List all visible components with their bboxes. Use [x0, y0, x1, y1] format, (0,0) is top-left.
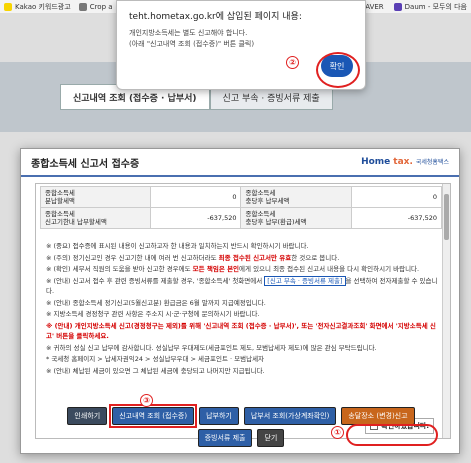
- close-button[interactable]: 닫기: [257, 429, 285, 447]
- submit-documents-button[interactable]: 증빙서류 제출: [197, 429, 253, 447]
- notice-text: 에게 있으니 최종 접수된 신고서 내용을 다시 확인하시기 바랍니다.: [239, 265, 420, 273]
- summary-label: 종합소득세 분납할세액: [39, 186, 152, 208]
- summary-value: -637,520: [150, 207, 242, 229]
- attachments-link[interactable]: [신고 부속 · 증빙서류 제출]: [264, 275, 346, 286]
- pay-button[interactable]: 납부하기: [199, 407, 239, 425]
- notice-item-local-tax: ※ (안내) 개인지방소득세 신고(경정청구는 제외)를 위해 '신고내역 조회…: [46, 321, 436, 341]
- notice-text: ※ (확인) 세무서 직원의 도움을 받아 신고한 경우에도: [46, 265, 193, 273]
- kakao-icon: [4, 2, 12, 11]
- callout-circle-confirm: [346, 424, 438, 446]
- bookmark-label: Kakao 키워드광고: [15, 2, 71, 11]
- notice-item: ※ (주의) 정기신고인 경우 신고기한 내에 여러 번 신고하더라도 최종 접…: [46, 253, 440, 264]
- notice-item: ※ 지방소득세 경정청구 관련 사항은 주소지 시·군·구청에 문의하시기 바랍…: [46, 310, 260, 318]
- notice-text: ※ (주의) 정기신고인 경우 신고기한 내에 여러 번 신고하더라도: [46, 253, 219, 262]
- callout-box-history-button: [109, 404, 198, 428]
- notice-item: ※ (중요) 접수증에 표시된 내용이 신고하고자 한 내용과 일치하는지 반드…: [46, 242, 309, 250]
- notice-list: ※ (중요) 접수증에 표시된 내용이 신고하고자 한 내용과 일치하는지 반드…: [36, 229, 450, 376]
- notice-item: ※ 귀하의 성실 신고 납부에 감사합니다. 성실납부 우대제도(세금포인트 제…: [46, 343, 377, 352]
- bookmark-crop[interactable]: Crop a: [78, 2, 113, 11]
- bookmark-label: Crop a: [89, 2, 113, 11]
- modal-title: 종합소득세 신고서 접수증: [31, 158, 140, 170]
- tax-summary-table: 종합소득세 분납할세액 0 종합소득세 충당후 납부세액 0 종합소득세 신고기…: [39, 186, 443, 229]
- notice-item: ※ (안내) 신고서 접수 후 관련 증빙서류를 제출할 경우, '종합소득세'…: [46, 275, 440, 297]
- scrollbar[interactable]: [442, 184, 450, 438]
- bookmark-kakao[interactable]: Kakao 키워드광고: [4, 2, 71, 12]
- notice-item: * 국세청 홈페이지 > 납세자권익24 > 성실납부우대 > 세금포인트 · …: [46, 355, 265, 363]
- modal-header: 종합소득세 신고서 접수증 Home tax. 국세청홈택스: [21, 149, 459, 177]
- crop-icon: [78, 2, 87, 11]
- notice-item: ※ (안내) 종합소득세 정기신고(5월신고분) 환급금은 6월 말까지 지급예…: [46, 298, 266, 307]
- summary-label: 종합소득세 충당후 납부세액: [240, 186, 352, 208]
- summary-value: -637,520: [350, 207, 443, 229]
- summary-label: 종합소득세 충당후 납부(환급)세액: [240, 207, 352, 229]
- callout-circle-ok: [316, 52, 360, 88]
- notice-text: ※ (안내) 신고서 접수 후 관련 증빙서류를 제출할 경우, '종합소득세'…: [46, 276, 265, 285]
- notice-emphasis: 모든 책임은 본인: [192, 265, 240, 273]
- daum-icon: [393, 2, 402, 11]
- bookmark-daum[interactable]: Daum - 모두의 다음: [393, 2, 467, 12]
- callout-number-2: ②: [286, 56, 299, 69]
- summary-label: 종합소득세 신고기한내 납부할세액: [39, 207, 152, 229]
- callout-number-1: ①: [331, 426, 344, 439]
- table-row: 종합소득세 신고기한내 납부할세액 -637,520 종합소득세 충당후 납부(…: [39, 207, 443, 229]
- hometax-logo: Home tax. 국세청홈택스: [361, 157, 449, 167]
- bookmark-label: Daum - 모두의 다음: [404, 2, 467, 11]
- notice-emphasis: 최종 접수된 신고서만 유효: [218, 253, 292, 262]
- alert-message-line2: (아래 "신고내역 조회 (접수증)" 버튼 클릭): [129, 40, 255, 48]
- print-button[interactable]: 인쇄하기: [67, 407, 108, 425]
- table-row: 종합소득세 분납할세액 0 종합소득세 충당후 납부세액 0: [39, 186, 443, 208]
- summary-value: 0: [150, 186, 242, 208]
- logo-home: Home: [361, 157, 391, 167]
- logo-tax: tax.: [393, 157, 413, 167]
- alert-message-line1: 개인지방소득세는 별도 신고해야 합니다.: [129, 29, 248, 37]
- alert-title: teht.hometax.go.kr에 삽입된 페이지 내용:: [129, 12, 302, 22]
- logo-korean: 국세청홈택스: [415, 159, 449, 166]
- receipt-modal: 종합소득세 신고서 접수증 Home tax. 국세청홈택스 종합소득세 분납할세…: [20, 148, 460, 454]
- notice-item: ※ (확인) 세무서 직원의 도움을 받아 신고한 경우에도 모든 책임은 본인…: [46, 264, 440, 275]
- payslip-lookup-button[interactable]: 납부서 조회(가상계좌확인): [243, 407, 337, 425]
- scrollbar-thumb[interactable]: [444, 194, 449, 240]
- receipt-scroll-area[interactable]: 종합소득세 분납할세액 0 종합소득세 충당후 납부세액 0 종합소득세 신고기…: [35, 183, 451, 439]
- callout-number-3: ③: [140, 394, 153, 407]
- notice-text: 한 것으로 봅니다.: [291, 253, 340, 262]
- delivery-address-button[interactable]: 송달장소 (변경)신고: [341, 407, 415, 425]
- summary-value: 0: [350, 186, 443, 208]
- notice-item: ※ (안내) 체납된 세금이 있으면 그 체납된 세금에 충당되고 나머지만 지…: [46, 366, 265, 375]
